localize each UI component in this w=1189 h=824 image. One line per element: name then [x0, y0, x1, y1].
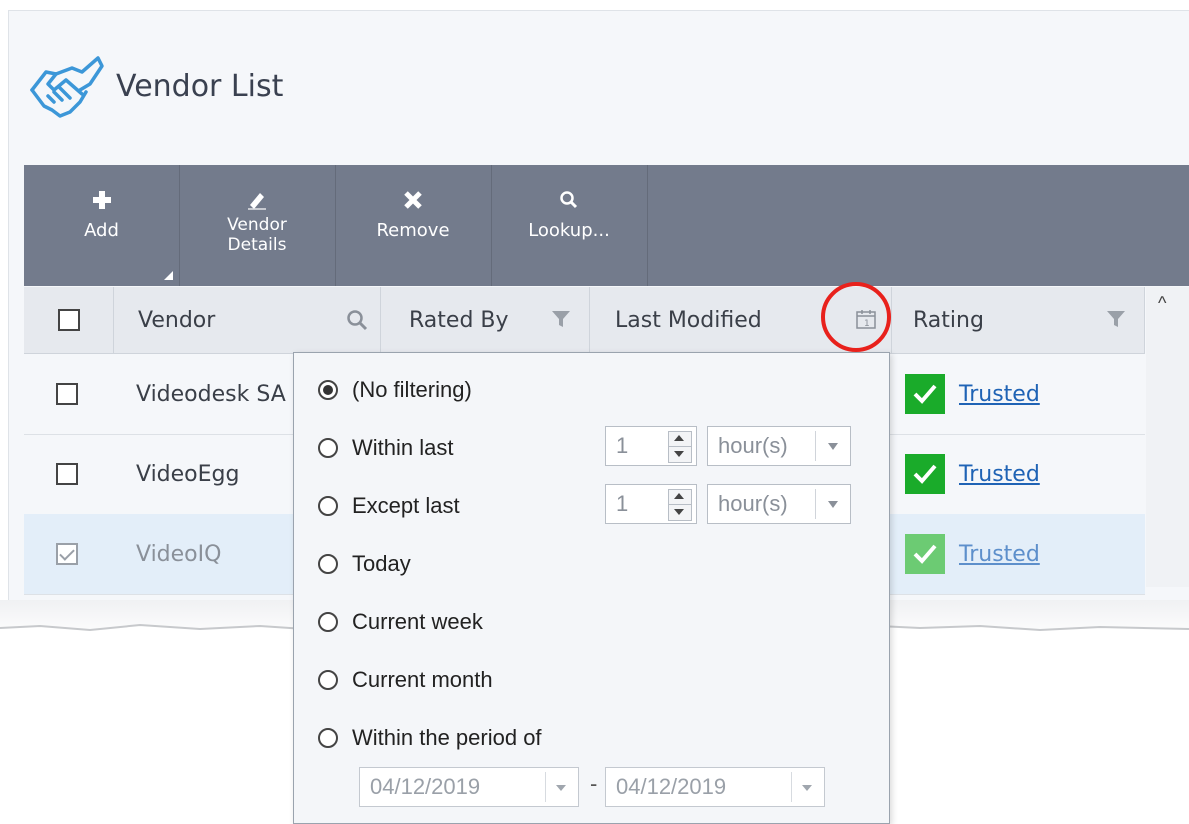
within-last-stepper[interactable]: 1 [605, 426, 697, 466]
column-rating[interactable]: Rating [892, 287, 1145, 353]
except-last-unit-select[interactable]: hour(s) [707, 484, 851, 524]
pencil-icon [246, 187, 268, 213]
vendor-details-button[interactable]: Vendor Details [179, 165, 336, 286]
radio-today[interactable] [318, 554, 338, 574]
option-label: Within last [352, 435, 454, 460]
option-no-filtering[interactable]: (No filtering) [318, 377, 472, 403]
radio-except-last[interactable] [318, 496, 338, 516]
chevron-down-icon [556, 785, 566, 791]
option-within-last[interactable]: Within last [318, 435, 453, 461]
period-from-date[interactable]: 04/12/2019 [359, 767, 579, 807]
except-last-stepper[interactable]: 1 [605, 484, 697, 524]
stepper-buttons[interactable] [668, 431, 692, 463]
rating-cell: Trusted [905, 374, 1040, 414]
rating-link[interactable]: Trusted [959, 382, 1040, 407]
lookup-button[interactable]: Lookup... [491, 165, 648, 286]
within-last-unit-select[interactable]: hour(s) [707, 426, 851, 466]
filter-icon[interactable] [1106, 309, 1126, 335]
column-rated-by-label: Rated By [409, 307, 509, 333]
page-header: Vendor List [26, 50, 283, 122]
check-icon [905, 534, 945, 574]
vendor-name: Videodesk SA [136, 382, 286, 407]
option-label: Current month [352, 667, 493, 692]
x-icon [403, 187, 423, 213]
toolbar: Add Vendor Details Remove Lookup... [24, 165, 1189, 286]
option-current-week[interactable]: Current week [318, 609, 483, 635]
stepper-value: 1 [616, 433, 629, 458]
vertical-scrollbar[interactable]: ^ [1146, 287, 1189, 587]
rating-cell: Trusted [905, 454, 1040, 494]
column-rated-by[interactable]: Rated By [381, 287, 590, 353]
option-label: Current week [352, 609, 483, 634]
radio-no-filtering[interactable] [318, 380, 338, 400]
dropdown-corner-icon[interactable] [164, 271, 173, 280]
option-within-period[interactable]: Within the period of [318, 725, 542, 751]
vendor-details-label: Vendor Details [227, 215, 287, 255]
option-label: Within the period of [352, 725, 542, 750]
select-all-cell [24, 287, 114, 353]
chevron-down-icon [828, 443, 838, 450]
period-to-date[interactable]: 04/12/2019 [605, 767, 825, 807]
search-icon [559, 187, 579, 213]
option-label: (No filtering) [352, 377, 472, 402]
radio-current-month[interactable] [318, 670, 338, 690]
chevron-down-icon [828, 501, 838, 508]
add-button-label: Add [84, 220, 119, 241]
handshake-icon [26, 50, 106, 122]
option-label: Except last [352, 493, 460, 518]
radio-within-last[interactable] [318, 438, 338, 458]
plus-icon [92, 187, 112, 213]
rating-link[interactable]: Trusted [959, 462, 1040, 487]
select-all-checkbox[interactable] [57, 309, 80, 331]
vendor-name: VideoIQ [136, 542, 222, 567]
option-label: Today [352, 551, 411, 576]
add-button[interactable]: Add [24, 165, 180, 286]
column-last-modified-label: Last Modified [615, 307, 762, 333]
remove-button[interactable]: Remove [335, 165, 492, 286]
check-icon [905, 374, 945, 414]
column-rating-label: Rating [913, 307, 984, 333]
row-checkbox[interactable] [56, 383, 78, 405]
check-icon [905, 454, 945, 494]
option-current-month[interactable]: Current month [318, 667, 493, 693]
vendor-name: VideoEgg [136, 462, 240, 487]
option-today[interactable]: Today [318, 551, 411, 577]
unit-value: hour(s) [718, 491, 788, 516]
row-checkbox[interactable] [56, 543, 78, 565]
scroll-up-icon[interactable]: ^ [1158, 293, 1166, 314]
filter-icon[interactable] [551, 309, 571, 335]
option-except-last[interactable]: Except last [318, 493, 460, 519]
search-icon[interactable] [346, 309, 368, 337]
column-vendor[interactable]: Vendor [114, 287, 381, 353]
date-value: 04/12/2019 [370, 774, 481, 799]
radio-current-week[interactable] [318, 612, 338, 632]
row-checkbox[interactable] [56, 463, 78, 485]
rating-link[interactable]: Trusted [959, 542, 1040, 567]
rating-cell: Trusted [905, 534, 1040, 574]
highlight-circle [821, 282, 891, 352]
unit-value: hour(s) [718, 433, 788, 458]
date-value: 04/12/2019 [616, 774, 727, 799]
date-filter-popup: (No filtering) Within last 1 hour(s) Exc… [293, 352, 890, 824]
stepper-value: 1 [616, 491, 629, 516]
period-separator: - [590, 771, 598, 796]
radio-within-period[interactable] [318, 728, 338, 748]
chevron-down-icon [802, 785, 812, 791]
lookup-button-label: Lookup... [528, 220, 610, 241]
remove-button-label: Remove [376, 220, 450, 241]
page-title: Vendor List [116, 68, 284, 104]
column-vendor-label: Vendor [138, 307, 216, 333]
stepper-buttons[interactable] [668, 489, 692, 521]
table-header: Vendor Rated By Last Modified 1 Rating [24, 287, 1145, 354]
